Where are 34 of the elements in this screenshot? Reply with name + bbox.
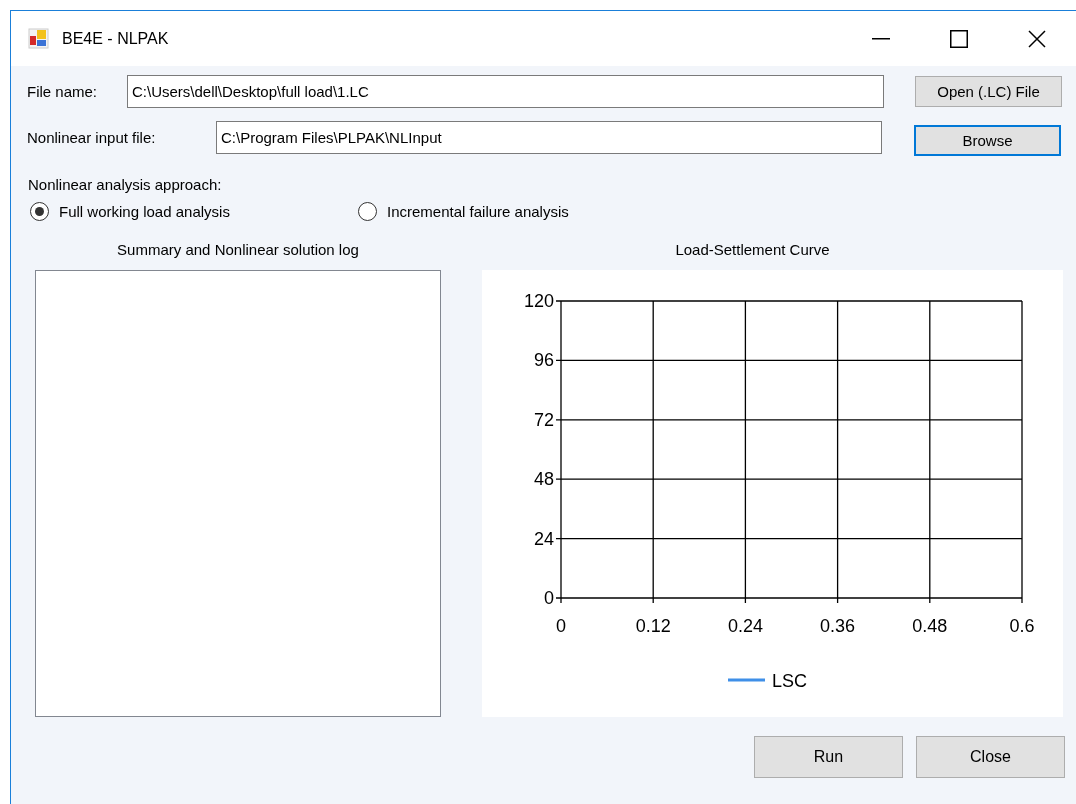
minimize-icon[interactable] <box>872 37 890 40</box>
field-label: File name: <box>27 83 99 100</box>
run-button[interactable]: Run <box>754 736 903 778</box>
axis-tick-label: 0.24 <box>727 616 763 636</box>
axis-tick-label: 0.48 <box>912 616 948 636</box>
path-field[interactable]: C:\Program Files\PLPAK\NLInput <box>216 121 882 154</box>
field-label: Nonlinear input file: <box>27 129 157 146</box>
group-label: Nonlinear analysis approach: <box>28 176 222 193</box>
axis-tick-label: 24 <box>533 528 554 549</box>
radio-label[interactable]: Full working load analysis <box>59 203 230 220</box>
axis-tick-label: 0.6 <box>1009 616 1035 636</box>
browse-button[interactable]: Browse <box>914 124 1061 156</box>
radio-button[interactable] <box>30 202 49 221</box>
chart-title: Load-Settlement Curve <box>675 241 830 260</box>
radio-button[interactable] <box>358 202 377 221</box>
legend-label: LSC <box>772 671 807 691</box>
legend-swatch <box>728 678 765 682</box>
axis-tick-label: 0 <box>556 616 566 636</box>
axis-tick-label: 0.12 <box>635 616 671 636</box>
log-title: Summary and Nonlinear solution log <box>117 241 359 260</box>
axis-tick-label: 96 <box>533 350 554 371</box>
radio-label[interactable]: Incremental failure analysis <box>387 203 569 220</box>
close-icon[interactable] <box>1028 29 1046 48</box>
axis-tick-label: 48 <box>533 469 554 490</box>
axis-tick-label: 72 <box>533 409 554 430</box>
path-field[interactable]: C:\Users\dell\Desktop\full load\1.LC <box>127 75 884 108</box>
maximize-icon[interactable] <box>950 29 968 48</box>
axis-tick-label: 0 <box>544 588 554 608</box>
app-icon <box>28 28 49 49</box>
window-title: BE4E - NLPAK <box>62 29 169 48</box>
axis-tick-label: 120 <box>523 291 554 311</box>
close-button[interactable]: Close <box>916 736 1065 778</box>
axis-tick-label: 0.36 <box>820 616 856 636</box>
open-file-button[interactable]: Open (.LC) File <box>915 76 1062 107</box>
